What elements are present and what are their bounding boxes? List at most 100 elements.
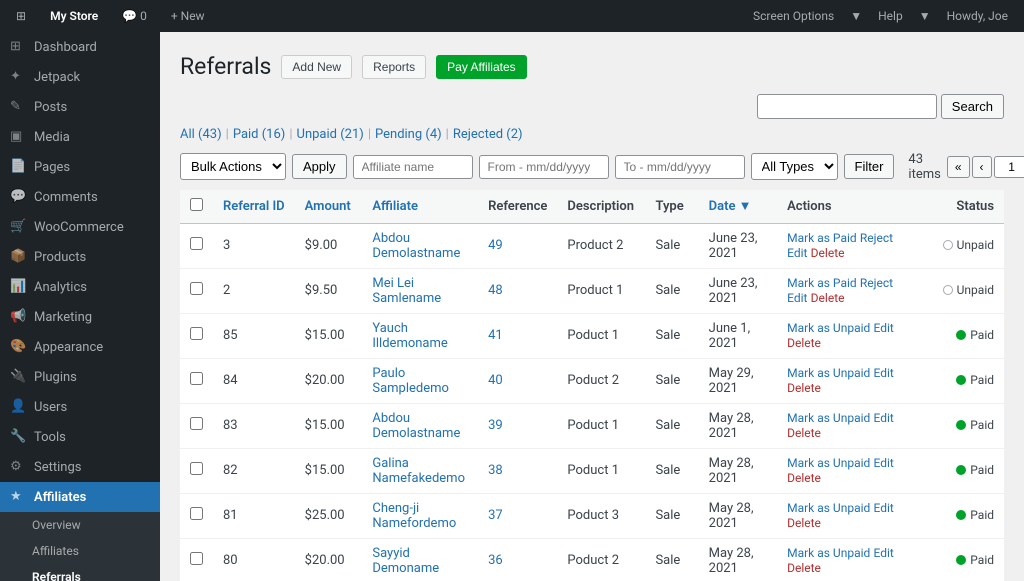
edit-action[interactable]: Edit <box>787 291 807 305</box>
sidebar-subitem-overview[interactable]: Overview <box>0 512 160 538</box>
sidebar-item-analytics[interactable]: 📊 Analytics <box>0 272 160 302</box>
affiliate-link[interactable]: Abdou Demolastname <box>372 411 460 441</box>
sidebar-item-posts[interactable]: ✎ Posts <box>0 92 160 122</box>
sidebar-item-woocommerce[interactable]: 🛒 WooCommerce <box>0 212 160 242</box>
sidebar-item-users[interactable]: 👤 Users <box>0 392 160 422</box>
referral-affiliate[interactable]: Galina Namefakedemo <box>362 448 478 493</box>
comments-icon[interactable]: 💬 0 <box>114 9 155 23</box>
col-header-amount[interactable]: Amount <box>295 190 363 224</box>
filter-all[interactable]: All (43) <box>180 127 222 142</box>
mark-as-unpaid-action[interactable]: Mark as Unpaid <box>787 321 870 335</box>
delete-action[interactable]: Delete <box>811 246 845 260</box>
sidebar-item-pages[interactable]: 📄 Pages <box>0 152 160 182</box>
reference-link[interactable]: 48 <box>488 283 503 298</box>
row-checkbox[interactable] <box>190 372 203 385</box>
mark-as-unpaid-action[interactable]: Mark as Unpaid <box>787 411 870 425</box>
mark-as-unpaid-action[interactable]: Mark as Unpaid <box>787 501 870 515</box>
filter-paid[interactable]: Paid (16) <box>233 127 286 142</box>
edit-action[interactable]: Edit <box>874 366 894 380</box>
to-date-input[interactable] <box>615 155 745 179</box>
delete-action[interactable]: Delete <box>811 291 845 305</box>
affiliate-link[interactable]: Yauch Illdemoname <box>372 321 447 351</box>
referral-affiliate[interactable]: Mei Lei Samlename <box>362 268 478 313</box>
delete-action[interactable]: Delete <box>787 336 821 350</box>
select-all-header[interactable] <box>180 190 213 224</box>
add-new-button[interactable]: Add New <box>281 55 352 79</box>
referral-reference[interactable]: 49 <box>478 223 557 268</box>
search-input[interactable] <box>757 94 937 119</box>
reference-link[interactable]: 37 <box>488 508 503 523</box>
delete-action[interactable]: Delete <box>787 471 821 485</box>
row-checkbox[interactable] <box>190 507 203 520</box>
apply-button[interactable]: Apply <box>292 154 347 179</box>
col-header-id[interactable]: Referral ID <box>213 190 295 224</box>
sidebar-item-settings[interactable]: ⚙ Settings <box>0 452 160 482</box>
edit-action[interactable]: Edit <box>874 501 894 515</box>
mark-as-paid-action[interactable]: Mark as Paid <box>787 231 857 245</box>
referral-reference[interactable]: 37 <box>478 493 557 538</box>
row-checkbox[interactable] <box>190 327 203 340</box>
reject-action[interactable]: Reject <box>860 231 893 245</box>
sidebar-item-tools[interactable]: 🔧 Tools <box>0 422 160 452</box>
help-button[interactable]: Help <box>870 9 911 23</box>
filter-unpaid[interactable]: Unpaid (21) <box>297 127 364 142</box>
row-checkbox[interactable] <box>190 417 203 430</box>
search-button[interactable]: Search <box>941 94 1004 119</box>
referral-reference[interactable]: 41 <box>478 313 557 358</box>
referral-reference[interactable]: 36 <box>478 538 557 581</box>
referral-affiliate[interactable]: Abdou Demolastname <box>362 223 478 268</box>
reference-link[interactable]: 40 <box>488 373 503 388</box>
sidebar-subitem-referrals[interactable]: Referrals <box>0 564 160 581</box>
affiliate-name-input[interactable] <box>353 155 473 179</box>
row-checkbox[interactable] <box>190 282 203 295</box>
referral-reference[interactable]: 48 <box>478 268 557 313</box>
edit-action[interactable]: Edit <box>874 456 894 470</box>
page-number-input[interactable] <box>994 156 1024 178</box>
referral-affiliate[interactable]: Sayyid Demoname <box>362 538 478 581</box>
pay-affiliates-button[interactable]: Pay Affiliates <box>436 55 526 79</box>
sidebar-item-jetpack[interactable]: ✦ Jetpack <box>0 62 160 92</box>
affiliate-link[interactable]: Galina Namefakedemo <box>372 456 465 486</box>
delete-action[interactable]: Delete <box>787 426 821 440</box>
reports-button[interactable]: Reports <box>362 55 426 79</box>
reference-link[interactable]: 41 <box>488 328 503 343</box>
bulk-actions-select[interactable]: Bulk Actions <box>180 153 286 180</box>
sidebar-item-media[interactable]: ▣ Media <box>0 122 160 152</box>
delete-action[interactable]: Delete <box>787 381 821 395</box>
filter-pending[interactable]: Pending (4) <box>375 127 442 142</box>
new-content-button[interactable]: + New <box>163 9 213 23</box>
reference-link[interactable]: 39 <box>488 418 503 433</box>
sidebar-subitem-affiliates[interactable]: Affiliates <box>0 538 160 564</box>
affiliate-link[interactable]: Cheng-ji Namefordemo <box>372 501 456 531</box>
mark-as-unpaid-action[interactable]: Mark as Unpaid <box>787 366 870 380</box>
screen-options-button[interactable]: Screen Options <box>745 9 842 23</box>
edit-action[interactable]: Edit <box>787 246 807 260</box>
referral-affiliate[interactable]: Cheng-ji Namefordemo <box>362 493 478 538</box>
sidebar-item-appearance[interactable]: 🎨 Appearance <box>0 332 160 362</box>
sidebar-item-plugins[interactable]: 🔌 Plugins <box>0 362 160 392</box>
reference-link[interactable]: 36 <box>488 553 503 568</box>
affiliate-link[interactable]: Mei Lei Samlename <box>372 276 441 306</box>
first-page-button[interactable]: « <box>947 156 970 178</box>
store-name[interactable]: My Store <box>42 9 106 23</box>
referral-reference[interactable]: 38 <box>478 448 557 493</box>
edit-action[interactable]: Edit <box>874 546 894 560</box>
col-header-affiliate[interactable]: Affiliate <box>362 190 478 224</box>
row-checkbox[interactable] <box>190 462 203 475</box>
referral-reference[interactable]: 40 <box>478 358 557 403</box>
referral-affiliate[interactable]: Abdou Demolastname <box>362 403 478 448</box>
reference-link[interactable]: 38 <box>488 463 503 478</box>
delete-action[interactable]: Delete <box>787 561 821 575</box>
referral-affiliate[interactable]: Paulo Sampledemo <box>362 358 478 403</box>
referral-affiliate[interactable]: Yauch Illdemoname <box>362 313 478 358</box>
wp-logo-icon[interactable]: ⊞ <box>8 9 34 23</box>
edit-action[interactable]: Edit <box>874 411 894 425</box>
mark-as-unpaid-action[interactable]: Mark as Unpaid <box>787 546 870 560</box>
sidebar-item-comments[interactable]: 💬 Comments <box>0 182 160 212</box>
row-checkbox[interactable] <box>190 552 203 565</box>
filter-rejected[interactable]: Rejected (2) <box>453 127 523 142</box>
reject-action[interactable]: Reject <box>860 276 893 290</box>
col-header-date[interactable]: Date ▼ <box>699 190 777 224</box>
filter-button[interactable]: Filter <box>844 154 895 179</box>
row-checkbox[interactable] <box>190 237 203 250</box>
